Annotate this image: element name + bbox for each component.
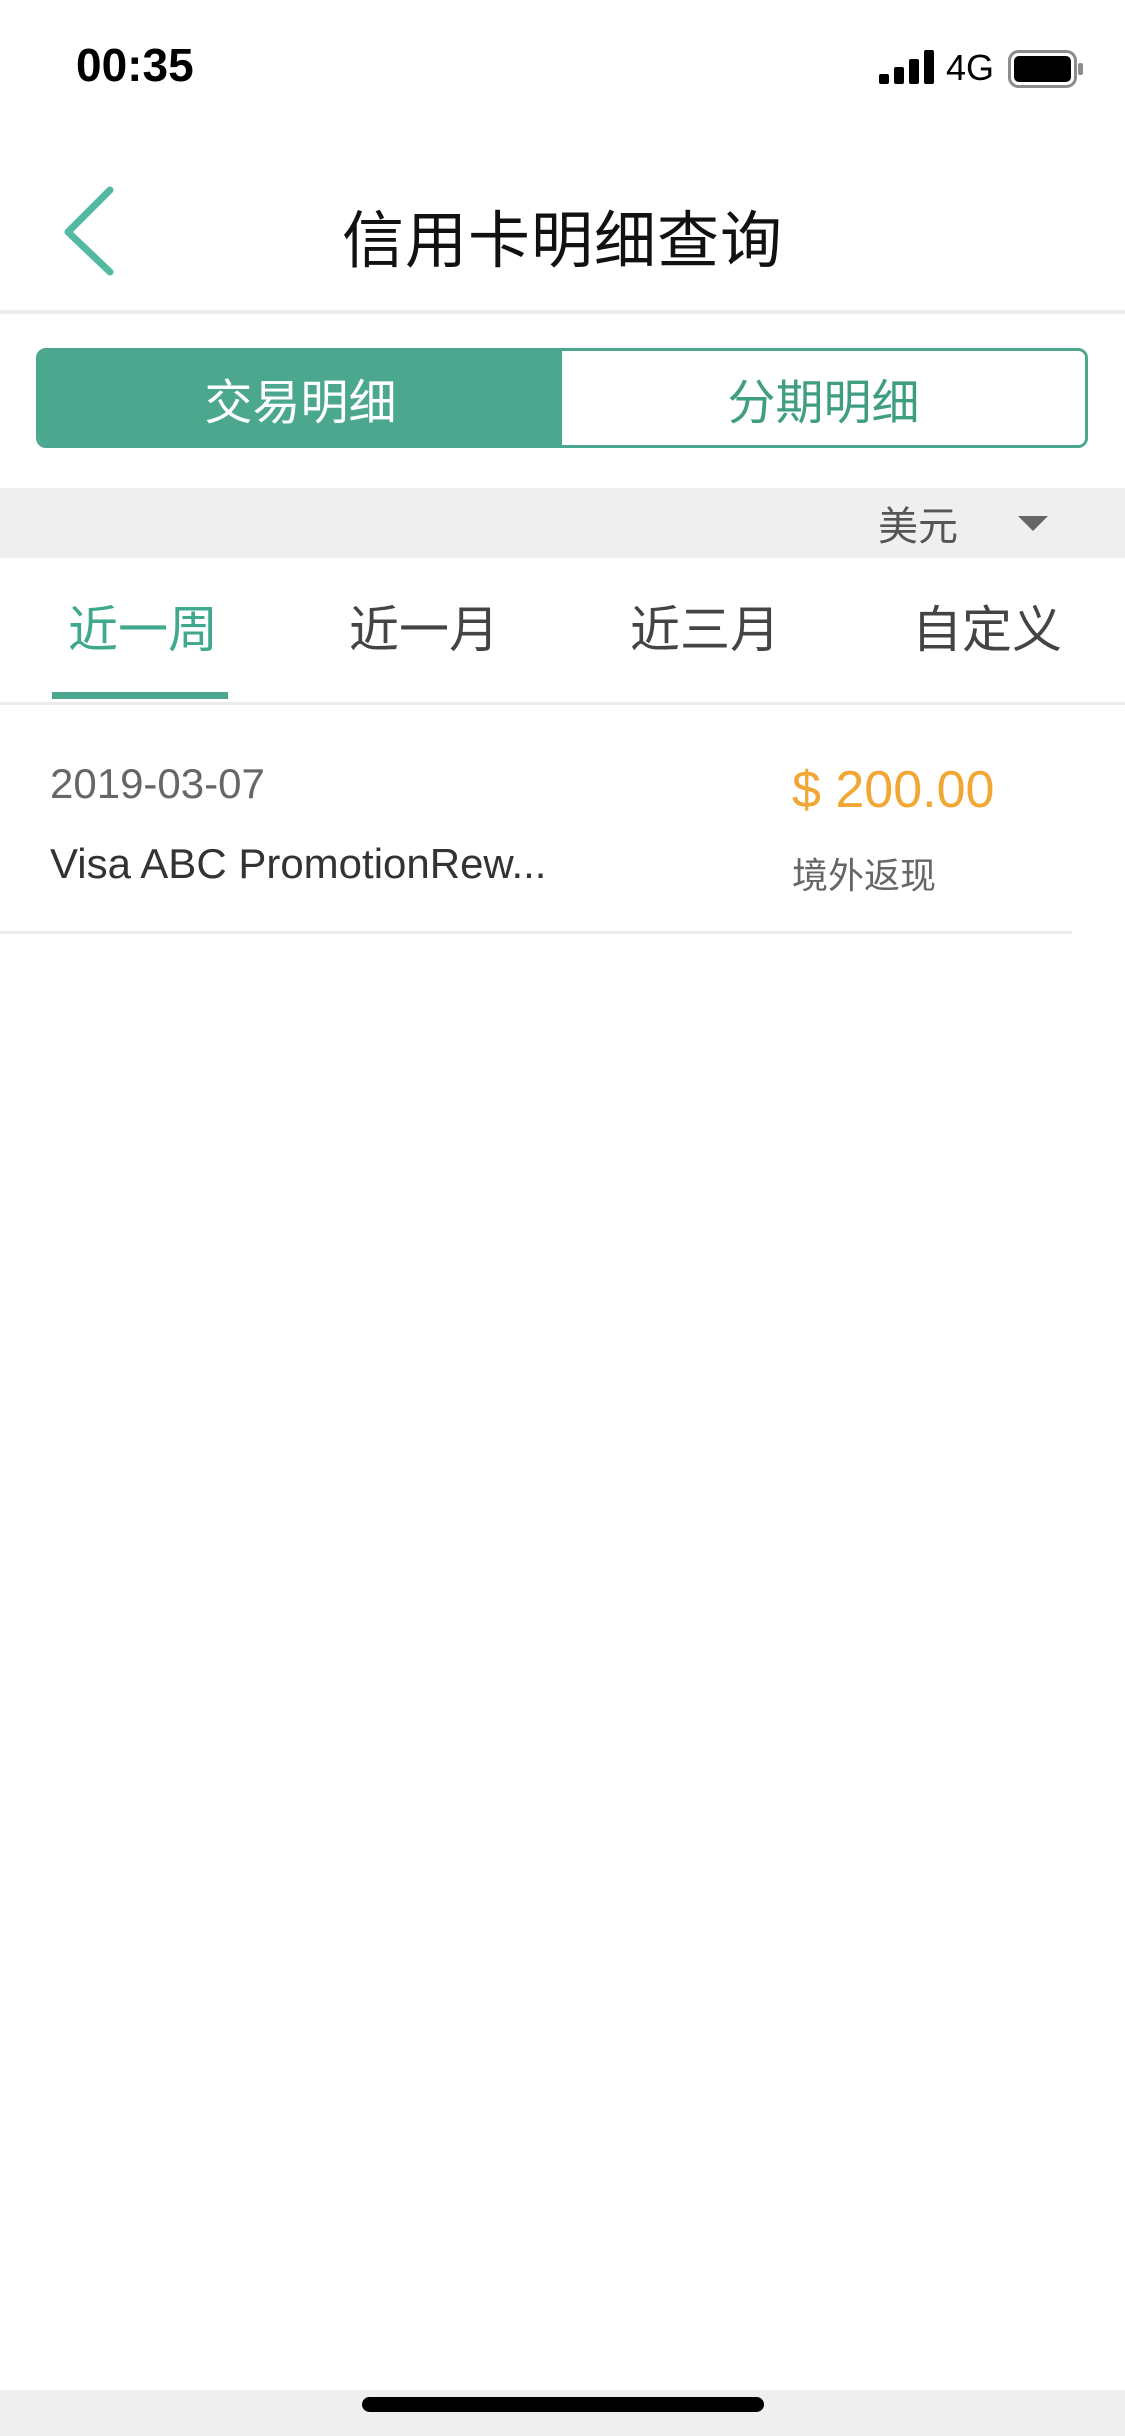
- tab-last-week[interactable]: 近一周: [68, 590, 218, 662]
- signal-icon: [879, 50, 934, 84]
- segment-transaction-details[interactable]: 交易明细: [39, 351, 562, 445]
- page-title: 信用卡明细查询: [341, 204, 783, 277]
- home-indicator[interactable]: [362, 2397, 764, 2412]
- tab-custom-range[interactable]: 自定义: [912, 590, 1062, 662]
- status-time: 00:35: [76, 39, 194, 91]
- transaction-description: Visa ABC PromotionRew...: [50, 840, 547, 887]
- currency-bar: 美元: [0, 488, 1125, 558]
- period-tabs: 近一周 近一月 近三月 自定义: [0, 558, 1125, 705]
- segment-installment-details[interactable]: 分期明细: [562, 351, 1085, 445]
- network-type: 4G: [946, 47, 995, 88]
- transaction-type: 境外返现: [792, 856, 937, 897]
- detail-type-segment: 交易明细 分期明细: [36, 348, 1088, 448]
- tab-last-three-months[interactable]: 近三月: [630, 590, 780, 662]
- tab-last-month[interactable]: 近一月: [349, 590, 499, 662]
- navigation-bar: 信用卡明细查询: [0, 140, 1125, 314]
- currency-label: 美元: [878, 504, 958, 550]
- transaction-amount: $ 200.00: [792, 761, 995, 819]
- caret-down-icon: [1018, 515, 1048, 531]
- battery-icon: [1008, 50, 1083, 88]
- transaction-date: 2019-03-07: [50, 760, 265, 807]
- status-bar: 00:35 4G: [0, 0, 1125, 140]
- currency-dropdown[interactable]: 美元: [878, 488, 1048, 558]
- active-tab-indicator: [52, 692, 228, 699]
- transaction-row[interactable]: 2019-03-07 Visa ABC PromotionRew... $ 20…: [0, 705, 1072, 934]
